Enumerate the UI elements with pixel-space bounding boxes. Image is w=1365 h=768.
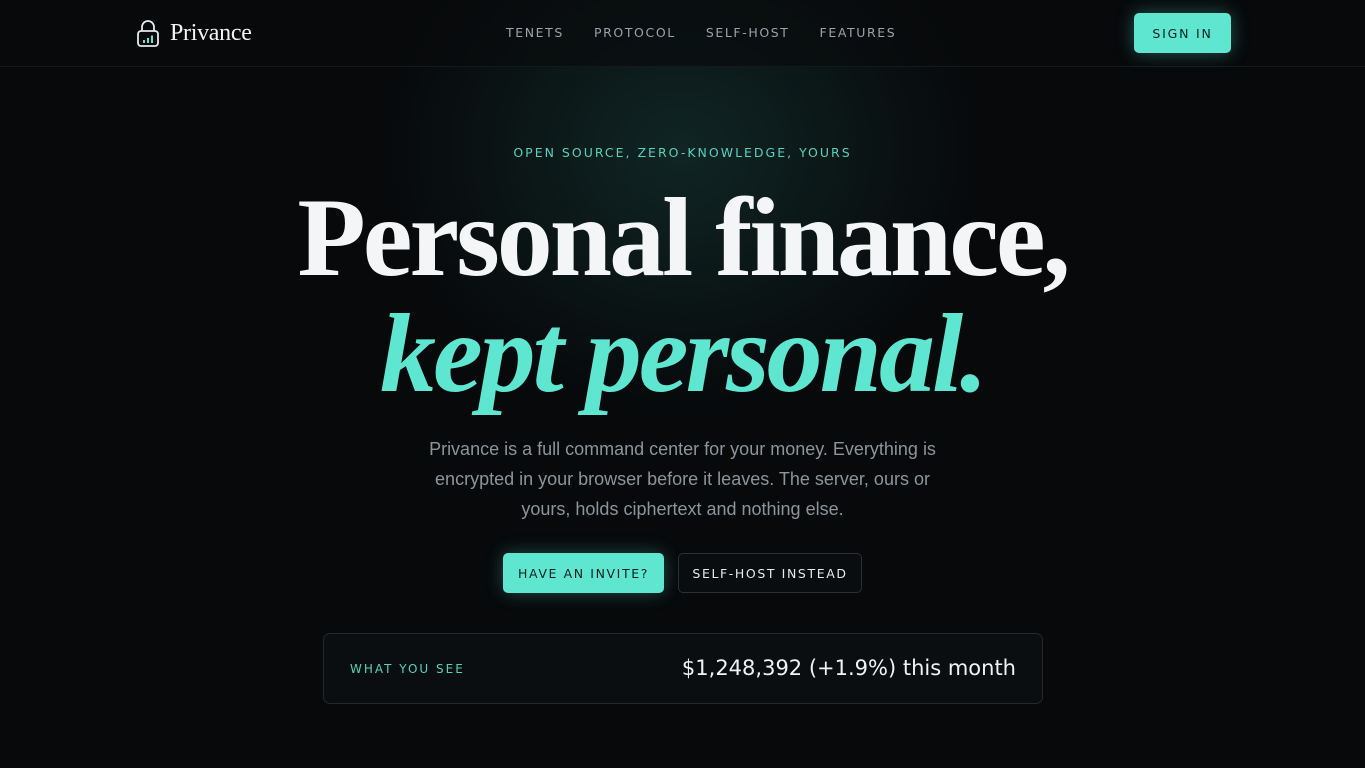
main-nav: TENETS PROTOCOL SELF-HOST FEATURES bbox=[506, 25, 926, 41]
site-header: Privance TENETS PROTOCOL SELF-HOST FEATU… bbox=[0, 0, 1365, 67]
brand[interactable]: Privance bbox=[136, 18, 252, 48]
nav-item-protocol[interactable]: PROTOCOL bbox=[594, 25, 676, 41]
preview-label: WHAT YOU SEE bbox=[350, 662, 465, 676]
hero-subcopy: Privance is a full command center for yo… bbox=[429, 439, 936, 519]
sign-in-button[interactable]: SIGN IN bbox=[1134, 13, 1231, 53]
nav-item-self-host[interactable]: SELF-HOST bbox=[706, 25, 790, 41]
have-an-invite-button[interactable]: HAVE AN INVITE? bbox=[503, 553, 664, 593]
self-host-instead-button[interactable]: SELF-HOST INSTEAD bbox=[678, 553, 862, 593]
lock-chart-icon bbox=[136, 18, 160, 48]
nav-item-features[interactable]: FEATURES bbox=[820, 25, 897, 41]
hero-headline-line2: kept personal. bbox=[379, 292, 988, 416]
hero-headline-line1: Personal finance, bbox=[297, 176, 1070, 300]
preview-card: WHAT YOU SEE $1,248,392 (+1.9%) this mon… bbox=[323, 633, 1043, 704]
preview-value: $1,248,392 (+1.9%) this month bbox=[681, 656, 1016, 680]
nav-item-tenets[interactable]: TENETS bbox=[506, 25, 564, 41]
hero-eyebrow: OPEN SOURCE, ZERO-KNOWLEDGE, YOURS bbox=[513, 145, 852, 160]
cta-row: HAVE AN INVITE? SELF-HOST INSTEAD bbox=[503, 553, 862, 593]
brand-name: Privance bbox=[170, 19, 252, 46]
